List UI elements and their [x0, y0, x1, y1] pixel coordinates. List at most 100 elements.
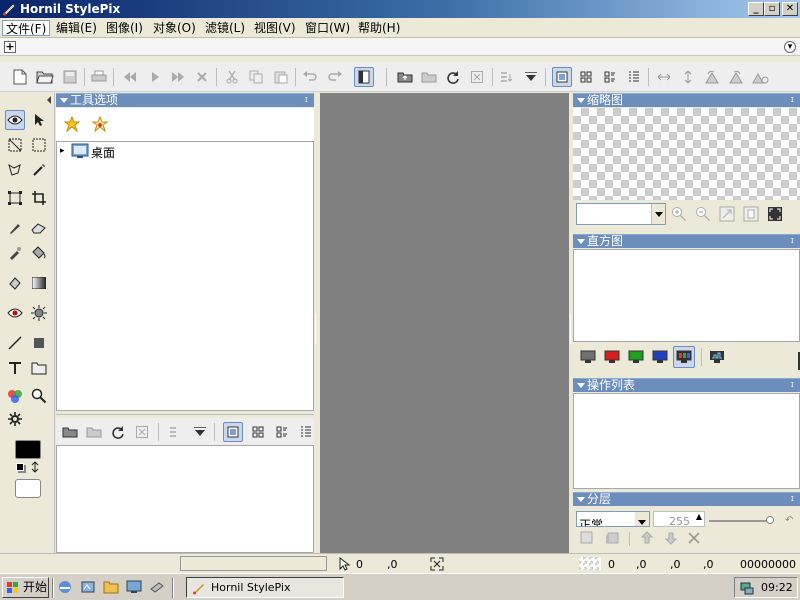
history-pin-icon[interactable]: ɪ [791, 379, 794, 392]
menu-filter[interactable]: 滤镜(L) [202, 20, 248, 36]
move-layer-down-icon[interactable] [664, 531, 678, 545]
star-favorite-icon[interactable] [64, 116, 80, 132]
spin-up-icon[interactable]: ▲ [696, 512, 702, 521]
view-thumbs-icon[interactable] [576, 67, 596, 87]
smudge-tool-icon[interactable] [5, 273, 25, 293]
crop-select-tool-icon[interactable] [5, 135, 25, 155]
menu-image[interactable]: 图像(I) [103, 20, 146, 36]
menu-object[interactable]: 对象(O) [150, 20, 199, 36]
zoom-in-icon[interactable] [671, 206, 687, 222]
open-folder-icon[interactable] [35, 67, 55, 87]
blend-mode-dropdown-icon[interactable] [635, 512, 649, 526]
zoom-combo[interactable] [576, 203, 666, 225]
filter-dropdown-icon[interactable] [521, 67, 541, 87]
flip-horizontal-icon[interactable] [654, 67, 674, 87]
stop-icon[interactable] [192, 67, 212, 87]
browser-view-tiles-icon[interactable] [272, 422, 292, 442]
zoom-tool-icon[interactable] [29, 386, 49, 406]
default-colors-icon[interactable] [16, 463, 24, 471]
browser-delete-icon[interactable] [132, 422, 152, 442]
browser-view-thumbs-icon[interactable] [248, 422, 268, 442]
red-eye-tool-icon[interactable] [5, 303, 25, 323]
histogram-pin-icon[interactable]: ɪ [791, 235, 794, 248]
ie-quicklaunch-icon[interactable] [57, 579, 73, 595]
add-tab-button[interactable]: + [4, 41, 16, 53]
blend-mode-select[interactable]: 正常 [576, 511, 650, 527]
channel-rgb-button[interactable] [673, 346, 695, 368]
background-color-swatch[interactable] [15, 479, 41, 498]
app-quicklaunch-icon[interactable] [80, 579, 96, 595]
rotate-right-icon[interactable] [726, 67, 746, 87]
gradient-tool-icon[interactable] [29, 273, 49, 293]
zoom-dropdown-icon[interactable] [651, 204, 665, 224]
star-add-icon[interactable] [92, 116, 108, 132]
browser-view-single-icon[interactable] [223, 422, 243, 442]
eraser-tool-icon[interactable] [29, 218, 49, 238]
actual-size-icon[interactable] [743, 206, 759, 222]
channel-luminance-icon[interactable] [580, 350, 596, 364]
panel-toggle-icon[interactable] [354, 67, 374, 87]
browser-folder-up-icon[interactable] [60, 422, 80, 442]
navigator-thumbnail[interactable] [573, 108, 800, 200]
line-tool-icon[interactable] [5, 333, 25, 353]
desktop-quicklaunch-icon[interactable] [126, 579, 142, 595]
first-frame-icon[interactable] [120, 67, 140, 87]
fullscreen-icon[interactable] [767, 206, 783, 222]
undo-icon[interactable] [300, 67, 320, 87]
tree-expander-icon[interactable]: ▸ [60, 146, 65, 156]
refresh-icon[interactable] [443, 67, 463, 87]
navigator-pin-icon[interactable]: ɪ [791, 94, 794, 107]
flip-vertical-icon[interactable] [678, 67, 698, 87]
shape-tool-icon[interactable] [29, 333, 49, 353]
opacity-reset-icon[interactable]: ↶ [785, 515, 793, 526]
collapse-arrow-icon[interactable] [47, 96, 51, 104]
browser-sort-icon[interactable] [166, 422, 186, 442]
minimize-button[interactable]: _ [748, 2, 764, 16]
rotate-custom-icon[interactable] [750, 67, 770, 87]
menu-file[interactable]: 文件(F) [2, 20, 51, 36]
browser-new-folder-icon[interactable] [84, 422, 104, 442]
copy-icon[interactable] [246, 67, 266, 87]
duplicate-layer-icon[interactable] [605, 531, 619, 545]
menu-window[interactable]: 窗口(W) [302, 20, 353, 36]
fit-window-icon[interactable] [719, 206, 735, 222]
channel-red-icon[interactable] [604, 350, 620, 364]
settings-gear-icon[interactable] [5, 409, 25, 429]
zoom-out-icon[interactable] [695, 206, 711, 222]
canvas-workspace[interactable] [320, 93, 569, 553]
pointer-tool-icon[interactable] [29, 110, 49, 130]
lasso-tool-icon[interactable] [5, 160, 25, 180]
menu-view[interactable]: 视图(V) [251, 20, 299, 36]
close-button[interactable]: ✕ [782, 2, 798, 16]
text-tool-icon[interactable] [5, 358, 25, 378]
delete-layer-icon[interactable] [688, 532, 700, 544]
swap-colors-icon[interactable] [30, 461, 40, 473]
clone-tool-icon[interactable] [5, 243, 25, 263]
play-icon[interactable] [145, 67, 165, 87]
fill-bucket-tool-icon[interactable] [29, 243, 49, 263]
image-object-tool-icon[interactable] [29, 358, 49, 378]
maximize-button[interactable]: ▫ [764, 2, 780, 16]
layers-pin-icon[interactable]: ɪ [791, 493, 794, 506]
network-tray-icon[interactable] [739, 580, 755, 596]
menu-edit[interactable]: 编辑(E) [53, 20, 100, 36]
menu-help[interactable]: 帮助(H) [355, 20, 403, 36]
magic-wand-tool-icon[interactable] [29, 160, 49, 180]
taskbar-app-button[interactable]: Hornil StylePix [186, 577, 344, 598]
new-layer-icon[interactable] [580, 531, 594, 545]
rotate-left-icon[interactable] [702, 67, 722, 87]
new-file-icon[interactable] [10, 67, 30, 87]
new-folder-icon[interactable] [419, 67, 439, 87]
brightness-tool-icon[interactable] [29, 303, 49, 323]
delete-icon[interactable] [467, 67, 487, 87]
opacity-spinner[interactable]: 255 ▲ [653, 511, 705, 527]
opacity-slider-track[interactable] [709, 520, 771, 522]
panel-pin-icon[interactable]: ɪ [305, 94, 308, 107]
save-icon[interactable] [60, 67, 80, 87]
color-wheel-tool-icon[interactable] [5, 386, 25, 406]
view-eye-tool-icon[interactable] [5, 110, 25, 130]
view-single-icon[interactable] [552, 67, 572, 87]
transform-tool-icon[interactable] [5, 188, 25, 208]
tab-list-dropdown[interactable]: ▾ [784, 41, 796, 53]
move-layer-up-icon[interactable] [640, 531, 654, 545]
